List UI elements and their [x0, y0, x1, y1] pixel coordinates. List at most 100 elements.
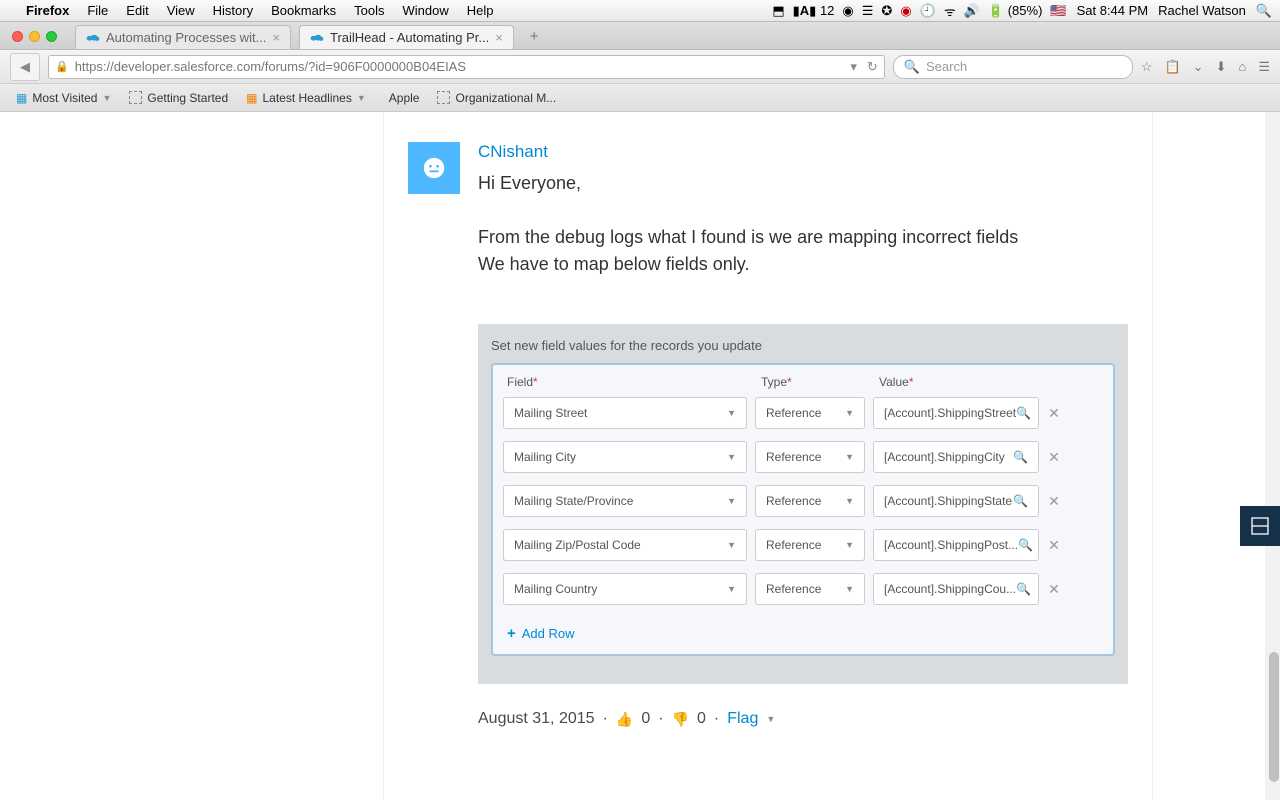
remove-row-button[interactable]: ✕ [1047, 581, 1061, 598]
field-select[interactable]: Mailing State/Province▼ [503, 485, 747, 517]
field-row: Mailing Country▼Reference▼[Account].Ship… [503, 573, 1103, 605]
field-row: Mailing Zip/Postal Code▼Reference▼[Accou… [503, 529, 1103, 561]
minimize-window-button[interactable] [29, 31, 40, 42]
wifi-icon[interactable]: ᯤ [944, 2, 956, 20]
menu-help[interactable]: Help [467, 3, 494, 18]
menubar-user[interactable]: Rachel Watson [1158, 3, 1246, 18]
field-select[interactable]: Mailing Street▼ [503, 397, 747, 429]
post-author[interactable]: CNishant [478, 142, 1128, 162]
pocket-icon[interactable]: ⌄ [1193, 59, 1204, 75]
remove-row-button[interactable]: ✕ [1047, 405, 1061, 422]
flag-link[interactable]: Flag [727, 710, 758, 728]
app-name[interactable]: Firefox [26, 3, 69, 18]
reload-icon[interactable]: ↻ [867, 59, 878, 75]
chevron-down-icon: ▼ [845, 496, 854, 506]
search-icon: 🔍 [1013, 494, 1028, 508]
page-content: CNishant Hi Everyone, From the debug log… [0, 112, 1280, 800]
lock-icon: 🔒 [55, 60, 69, 73]
home-icon[interactable]: ⌂ [1238, 59, 1246, 75]
tab-title: TrailHead - Automating Pr... [330, 30, 489, 45]
remove-row-button[interactable]: ✕ [1047, 449, 1061, 466]
add-row-button[interactable]: + Add Row [493, 617, 1113, 654]
status-icon-4[interactable]: ◉ [900, 3, 911, 19]
search-bar[interactable]: 🔍 Search [893, 55, 1133, 79]
volume-icon[interactable]: 🔊 [964, 3, 980, 19]
menu-view[interactable]: View [167, 3, 195, 18]
field-select[interactable]: Mailing Zip/Postal Code▼ [503, 529, 747, 561]
menu-icon[interactable]: ☰ [1258, 59, 1270, 75]
search-placeholder: Search [926, 59, 967, 74]
downloads-icon[interactable]: ⬇ [1216, 59, 1227, 75]
menu-edit[interactable]: Edit [126, 3, 148, 18]
chevron-down-icon: ▼ [845, 540, 854, 550]
tab-close-icon[interactable]: × [272, 30, 280, 45]
status-icon-2[interactable]: ☰ [862, 3, 874, 19]
bookmark-org[interactable]: Organizational M... [437, 91, 556, 105]
search-icon: 🔍 [1013, 450, 1028, 464]
chevron-down-icon: ▼ [727, 452, 736, 462]
clock-icon[interactable]: 🕘 [920, 3, 936, 19]
zoom-window-button[interactable] [46, 31, 57, 42]
salesforce-icon [310, 33, 324, 43]
macos-menubar: Firefox File Edit View History Bookmarks… [0, 0, 1280, 22]
tab-1[interactable]: Automating Processes wit... × [75, 25, 291, 49]
bookmark-apple[interactable]: Apple [384, 91, 420, 105]
remove-row-button[interactable]: ✕ [1047, 537, 1061, 554]
editor-title: Set new field values for the records you… [491, 338, 1115, 353]
bookmark-latest-headlines[interactable]: ▦Latest Headlines▼ [246, 91, 366, 105]
field-mapping-box: Set new field values for the records you… [478, 324, 1128, 684]
thumbs-down-button[interactable]: 👎 [672, 711, 689, 728]
bookmark-getting-started[interactable]: Getting Started [129, 91, 228, 105]
bookmark-star-icon[interactable]: ☆ [1141, 59, 1153, 75]
remove-row-button[interactable]: ✕ [1047, 493, 1061, 510]
type-select[interactable]: Reference▼ [755, 573, 865, 605]
post-date: August 31, 2015 [478, 710, 595, 728]
status-icon-3[interactable]: ✪ [881, 3, 892, 19]
menu-bookmarks[interactable]: Bookmarks [271, 3, 336, 18]
tab-close-icon[interactable]: × [495, 30, 503, 45]
browser-tabbar: Automating Processes wit... × TrailHead … [0, 22, 1280, 50]
spotlight-icon[interactable]: 🔍 [1256, 3, 1272, 19]
feedback-widget[interactable] [1240, 506, 1280, 546]
new-tab-button[interactable]: + [522, 24, 547, 49]
window-controls [12, 31, 57, 42]
value-lookup[interactable]: [Account].ShippingCity🔍 [873, 441, 1039, 473]
type-select[interactable]: Reference▼ [755, 485, 865, 517]
bookmark-most-visited[interactable]: ▦Most Visited▼ [16, 91, 111, 105]
field-select[interactable]: Mailing Country▼ [503, 573, 747, 605]
value-lookup[interactable]: [Account].ShippingCou...🔍 [873, 573, 1039, 605]
scrollbar-thumb[interactable] [1269, 652, 1279, 782]
clipboard-icon[interactable]: 📋 [1164, 59, 1180, 75]
tab-2[interactable]: TrailHead - Automating Pr... × [299, 25, 514, 49]
dropbox-icon[interactable]: ⬒ [772, 3, 784, 19]
chevron-down-icon[interactable]: ▼ [766, 714, 775, 724]
grid-header: Field* Type* Value* [493, 365, 1113, 397]
menu-file[interactable]: File [87, 3, 108, 18]
menu-tools[interactable]: Tools [354, 3, 384, 18]
adobe-icon[interactable]: ▮A▮ 12 [793, 3, 835, 19]
field-select[interactable]: Mailing City▼ [503, 441, 747, 473]
battery-icon[interactable]: 🔋 (85%) [988, 3, 1043, 19]
type-select[interactable]: Reference▼ [755, 441, 865, 473]
value-lookup[interactable]: [Account].ShippingPost...🔍 [873, 529, 1039, 561]
back-button[interactable]: ◀ [10, 53, 40, 81]
url-bar[interactable]: 🔒 https://developer.salesforce.com/forum… [48, 55, 885, 79]
type-select[interactable]: Reference▼ [755, 529, 865, 561]
menu-history[interactable]: History [213, 3, 253, 18]
type-select[interactable]: Reference▼ [755, 397, 865, 429]
status-icon-1[interactable]: ◉ [842, 3, 853, 19]
flag-icon[interactable]: 🇺🇸 [1050, 3, 1066, 19]
dropdown-icon[interactable]: ▾ [850, 59, 857, 75]
chevron-down-icon: ▼ [845, 452, 854, 462]
value-lookup[interactable]: [Account].ShippingStreet🔍 [873, 397, 1039, 429]
post-line-1: Hi Everyone, [478, 170, 1128, 197]
post-line-3: We have to map below fields only. [478, 251, 1128, 278]
value-lookup[interactable]: [Account].ShippingState🔍 [873, 485, 1039, 517]
close-window-button[interactable] [12, 31, 23, 42]
menu-window[interactable]: Window [403, 3, 449, 18]
scrollbar-track[interactable] [1265, 112, 1280, 800]
search-icon: 🔍 [1016, 406, 1031, 420]
field-row: Mailing City▼Reference▼[Account].Shippin… [503, 441, 1103, 473]
menubar-clock[interactable]: Sat 8:44 PM [1077, 3, 1149, 18]
thumbs-up-button[interactable]: 👍 [616, 711, 633, 728]
